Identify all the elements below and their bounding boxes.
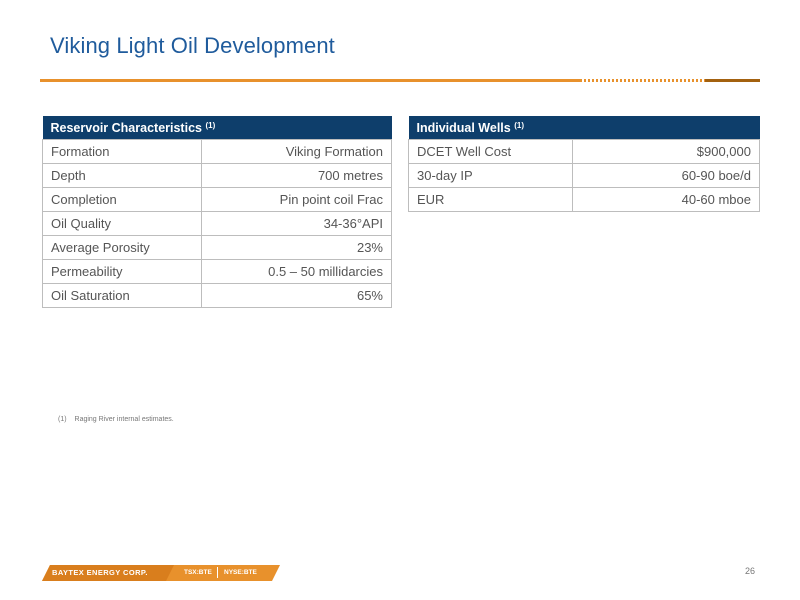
- table-row: Oil Saturation 65%: [42, 283, 392, 308]
- slide-title: Viking Light Oil Development: [50, 33, 335, 58]
- title-rule-hatch: [580, 79, 705, 82]
- table-row: Average Porosity 23%: [42, 235, 392, 260]
- row-value: $900,000: [572, 139, 760, 164]
- footnote-number: (1): [58, 416, 67, 423]
- reservoir-table-header: Reservoir Characteristics (1): [42, 116, 392, 140]
- row-label: Oil Quality: [42, 211, 202, 236]
- table-header-row: Reservoir Characteristics (1): [42, 116, 392, 140]
- row-value: 23%: [201, 235, 392, 260]
- row-value: 34-36°API: [201, 211, 392, 236]
- reservoir-characteristics-table: Reservoir Characteristics (1) Formation …: [42, 116, 392, 308]
- row-label: Completion: [42, 187, 202, 212]
- table-row: EUR 40-60 mboe: [408, 187, 760, 212]
- reservoir-header-note: (1): [205, 120, 216, 130]
- row-label: Formation: [42, 139, 202, 164]
- row-label: 30-day IP: [408, 163, 573, 188]
- reservoir-header-label: Reservoir Characteristics: [50, 120, 202, 135]
- row-label: DCET Well Cost: [408, 139, 573, 164]
- row-value: Viking Formation: [201, 139, 392, 164]
- row-value: 40-60 mboe: [572, 187, 760, 212]
- table-row: Completion Pin point coil Frac: [42, 187, 392, 212]
- wells-table-header: Individual Wells (1): [408, 116, 760, 140]
- row-value: Pin point coil Frac: [201, 187, 392, 212]
- row-label: EUR: [408, 187, 573, 212]
- page-number: 26: [745, 566, 756, 576]
- title-rule-end: [705, 79, 760, 82]
- row-value: 700 metres: [201, 163, 392, 188]
- table-row: Depth 700 metres: [42, 163, 392, 188]
- company-logo-text: BAYTEX ENERGY CORP.: [52, 568, 148, 577]
- row-value: 60-90 boe/d: [572, 163, 760, 188]
- table-header-row: Individual Wells (1): [408, 116, 760, 140]
- ticker-separator: [217, 567, 218, 578]
- individual-wells-table: Individual Wells (1) DCET Well Cost $900…: [408, 116, 760, 212]
- table-row: Formation Viking Formation: [42, 139, 392, 164]
- table-row: Oil Quality 34-36°API: [42, 211, 392, 236]
- nyse-ticker: NYSE:BTE: [224, 569, 257, 576]
- table-row: DCET Well Cost $900,000: [408, 139, 760, 164]
- row-label: Depth: [42, 163, 202, 188]
- row-value: 0.5 – 50 millidarcies: [201, 259, 392, 284]
- table-row: 30-day IP 60-90 boe/d: [408, 163, 760, 188]
- tsx-ticker: TSX:BTE: [184, 569, 212, 576]
- footer-brand-bar: BAYTEX ENERGY CORP. TSX:BTE NYSE:BTE: [42, 565, 280, 581]
- footnote-text: Raging River internal estimates.: [74, 416, 174, 423]
- row-label: Oil Saturation: [42, 283, 202, 308]
- row-label: Permeability: [42, 259, 202, 284]
- wells-header-label: Individual Wells: [416, 120, 511, 135]
- table-row: Permeability 0.5 – 50 millidarcies: [42, 259, 392, 284]
- footnote: (1) Raging River internal estimates.: [58, 416, 174, 423]
- row-value: 65%: [201, 283, 392, 308]
- row-label: Average Porosity: [42, 235, 202, 260]
- wells-header-note: (1): [514, 120, 524, 130]
